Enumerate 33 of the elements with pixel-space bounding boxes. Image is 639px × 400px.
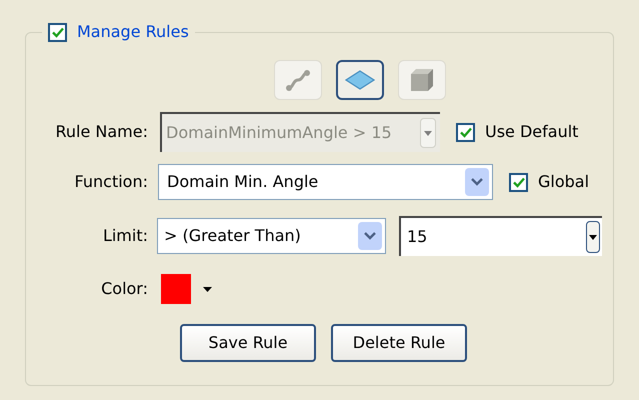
checkmark-icon <box>460 126 472 138</box>
function-combobox[interactable]: Domain Min. Angle <box>158 164 493 200</box>
chevron-down-icon <box>364 232 376 240</box>
checkbox-label: Use Default <box>485 121 578 143</box>
caret-down-icon <box>589 234 597 240</box>
checkbox[interactable] <box>456 122 475 142</box>
limit-spinbox[interactable]: 15 <box>399 216 602 256</box>
checkmark-icon <box>52 26 64 38</box>
cube-icon <box>408 67 434 93</box>
plane-icon <box>344 70 374 90</box>
field-label: Limit: <box>102 225 148 247</box>
dropdown-button[interactable] <box>586 221 600 253</box>
action-button[interactable]: Delete Rule <box>331 324 467 362</box>
chevron-down-icon <box>471 178 483 186</box>
field-label: Function: <box>74 171 148 193</box>
group-title: Manage Rules <box>77 21 189 43</box>
spinbox-value: 15 <box>407 226 428 248</box>
checkbox[interactable] <box>509 172 528 192</box>
caret-down-icon <box>203 286 212 292</box>
field-label: Color: <box>100 278 148 300</box>
combobox-value: DomainMinimumAngle > 15 <box>166 122 392 144</box>
action-button[interactable]: Save Rule <box>180 324 316 362</box>
mode-button[interactable] <box>336 60 384 100</box>
field-label: Rule Name: <box>54 121 148 143</box>
operator-combobox[interactable]: > (Greater Than) <box>157 218 386 254</box>
checkbox[interactable] <box>48 22 67 42</box>
combobox-value: Domain Min. Angle <box>167 171 318 193</box>
checkbox-label: Global <box>538 171 590 193</box>
checkmark-icon <box>512 176 524 188</box>
curve-icon <box>284 68 310 92</box>
combobox-value: > (Greater Than) <box>164 225 301 247</box>
color-picker[interactable] <box>161 274 212 304</box>
caret-down-icon <box>424 130 432 136</box>
